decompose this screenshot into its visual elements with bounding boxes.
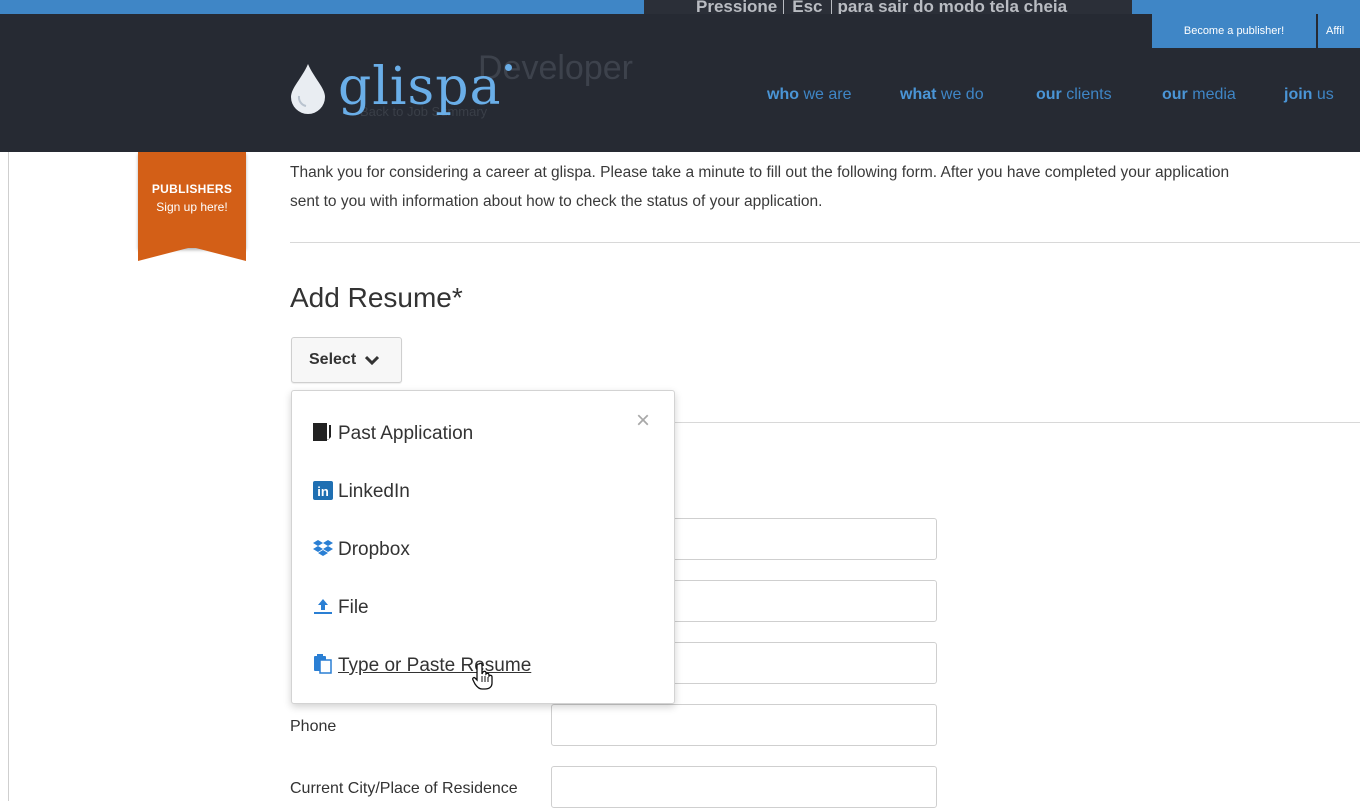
nav-bold: our — [1036, 86, 1062, 103]
option-file[interactable]: File — [312, 593, 369, 623]
nav-rest: we do — [940, 86, 984, 103]
add-resume-heading: Add Resume* — [290, 282, 463, 313]
fullscreen-notice: Pressione Esc para sair do modo tela cheia — [644, 0, 1132, 14]
phone-label: Phone — [290, 718, 337, 735]
ribbon-subtitle: Sign up here! — [156, 200, 228, 214]
logo-dot — [505, 64, 512, 71]
paste-icon — [312, 653, 334, 674]
option-label: Past Application — [338, 423, 474, 444]
svg-text:in: in — [317, 484, 329, 499]
become-publisher-button[interactable]: Become a publisher! — [1152, 14, 1316, 48]
resume-source-dropdown: × Past Application in LinkedIn Dropbox F… — [291, 390, 675, 704]
nav-rest: us — [1316, 86, 1334, 103]
nav-bold: our — [1162, 86, 1188, 103]
fullscreen-notice-before: Pressione — [696, 0, 778, 14]
option-past-application[interactable]: Past Application — [312, 419, 473, 449]
ribbon-title: PUBLISHERS — [151, 182, 233, 196]
chevron-down-icon — [364, 355, 379, 365]
affiliate-button[interactable]: Affil — [1318, 14, 1360, 48]
upload-icon — [312, 596, 334, 616]
document-icon — [312, 422, 334, 442]
fullscreen-notice-after: para sair do modo tela cheia — [837, 0, 1068, 14]
publishers-ribbon[interactable]: PUBLISHERS Sign up here! — [138, 152, 246, 248]
option-dropbox[interactable]: Dropbox — [312, 535, 410, 565]
fullscreen-esc-key: Esc — [783, 0, 832, 14]
water-drop-icon — [291, 64, 325, 114]
option-label: File — [338, 597, 369, 618]
select-label: Select — [309, 351, 357, 368]
close-icon[interactable]: × — [636, 409, 650, 433]
site-header: Pressione Esc para sair do modo tela cheia… — [0, 0, 1360, 152]
nav-join-us[interactable]: join us — [1284, 86, 1334, 104]
intro-line-2: sent to you with information about how t… — [290, 193, 823, 210]
city-label: Current City/Place of Residence — [290, 780, 518, 797]
section-divider — [674, 422, 1360, 423]
nav-what-we-do[interactable]: what we do — [900, 86, 984, 104]
phone-field[interactable] — [551, 704, 937, 746]
nav-rest: clients — [1066, 86, 1112, 103]
option-label: Type or Paste Resume — [338, 655, 532, 676]
logo-text: glispa — [338, 57, 502, 117]
hand-cursor-icon — [472, 662, 493, 690]
option-label: LinkedIn — [338, 481, 410, 502]
nav-bold: what — [900, 86, 937, 103]
ribbon-tail — [138, 247, 246, 261]
nav-who-we-are[interactable]: who we are — [767, 86, 851, 104]
nav-our-media[interactable]: our media — [1162, 86, 1236, 104]
nav-bold: who — [767, 86, 799, 103]
resume-select-button[interactable]: Select — [291, 337, 402, 383]
linkedin-icon: in — [312, 480, 334, 500]
option-label: Dropbox — [338, 539, 410, 560]
nav-bold: join — [1284, 86, 1313, 103]
nav-rest: we are — [803, 86, 852, 103]
header-accent-strip-right — [1132, 0, 1360, 14]
nav-rest: media — [1192, 86, 1236, 103]
section-divider — [290, 242, 1360, 243]
city-field[interactable] — [551, 766, 937, 808]
dropbox-icon — [312, 538, 334, 558]
intro-text: Thank you for considering a career at gl… — [290, 158, 1360, 216]
header-accent-strip — [0, 0, 644, 14]
nav-our-clients[interactable]: our clients — [1036, 86, 1112, 104]
option-linkedin[interactable]: in LinkedIn — [312, 477, 410, 507]
intro-line-1: Thank you for considering a career at gl… — [290, 164, 1230, 181]
option-type-or-paste-resume[interactable]: Type or Paste Resume — [312, 651, 531, 681]
